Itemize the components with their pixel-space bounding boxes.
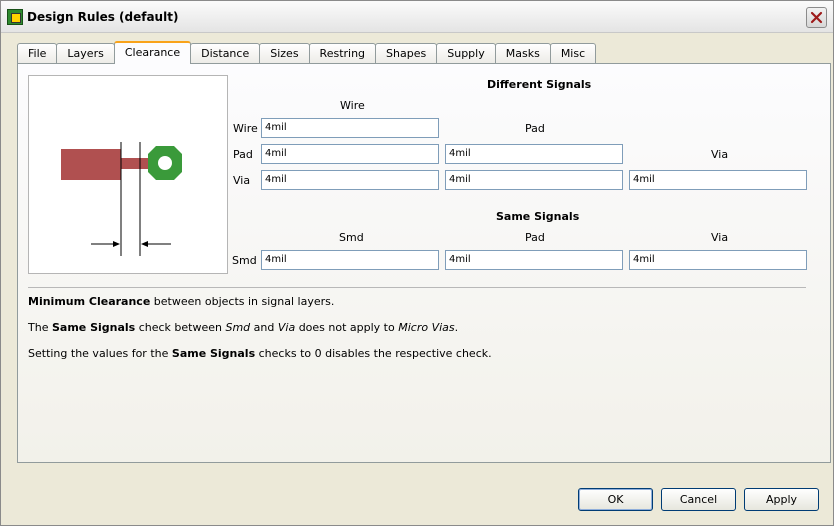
pad-wire-field[interactable]: 4mil [261, 144, 439, 164]
row-via-label: Via [233, 174, 251, 187]
note-same-signals-micro-vias: The Same Signals check between Smd and V… [28, 321, 459, 334]
note-disable-check: Setting the values for the Same Signals … [28, 347, 492, 360]
different-signals-title: Different Signals [487, 78, 592, 91]
smd-via-field[interactable]: 4mil [629, 250, 807, 270]
tab-file[interactable]: File [17, 43, 58, 64]
note-minimum-clearance: Minimum Clearance between objects in sig… [28, 295, 335, 308]
tab-layers[interactable]: Layers [56, 43, 115, 64]
close-icon [810, 11, 823, 24]
via-pad-field[interactable]: 4mil [445, 170, 623, 190]
tab-supply[interactable]: Supply [436, 43, 496, 64]
col-pad-label: Pad [525, 122, 545, 135]
window-title: Design Rules (default) [27, 10, 179, 24]
tab-masks[interactable]: Masks [494, 43, 551, 64]
design-rules-window: Design Rules (default) File Layers Clear… [0, 0, 834, 526]
tab-clearance[interactable]: Clearance [113, 41, 192, 64]
tab-distance[interactable]: Distance [190, 43, 261, 64]
cancel-button[interactable]: Cancel [661, 488, 736, 511]
close-button[interactable] [806, 7, 827, 28]
clearance-panel: Different Signals Wire Wire 4mil Pad Pad… [17, 63, 831, 463]
smd-pad-field[interactable]: 4mil [445, 250, 623, 270]
col-wire-label: Wire [340, 99, 365, 112]
col-same-via-label: Via [711, 231, 729, 244]
tab-restring[interactable]: Restring [308, 43, 377, 64]
wire-shape [61, 149, 121, 180]
row-pad-label: Pad [233, 148, 253, 161]
ok-button[interactable]: OK [578, 488, 653, 511]
smd-smd-field[interactable]: 4mil [261, 250, 439, 270]
tab-bar: File Layers Clearance Distance Sizes Res… [17, 41, 597, 64]
via-via-field[interactable]: 4mil [629, 170, 807, 190]
col-smd-label: Smd [339, 231, 364, 244]
wire-stub-shape [121, 158, 151, 169]
via-wire-field[interactable]: 4mil [261, 170, 439, 190]
pad-drill-shape [158, 156, 172, 170]
separator [28, 287, 806, 288]
row-smd-label: Smd [232, 254, 257, 267]
apply-button[interactable]: Apply [744, 488, 819, 511]
pad-pad-field[interactable]: 4mil [445, 144, 623, 164]
wire-wire-field[interactable]: 4mil [261, 118, 439, 138]
clearance-diagram [28, 75, 228, 274]
same-signals-title: Same Signals [496, 210, 580, 223]
col-via-label: Via [711, 148, 729, 161]
title-bar: Design Rules (default) [1, 1, 833, 33]
tab-sizes[interactable]: Sizes [259, 43, 310, 64]
tab-shapes[interactable]: Shapes [375, 43, 438, 64]
col-same-pad-label: Pad [525, 231, 545, 244]
clearance-illustration [61, 142, 182, 256]
app-icon [7, 9, 23, 25]
tab-misc[interactable]: Misc [549, 43, 597, 64]
row-wire-label: Wire [233, 122, 258, 135]
